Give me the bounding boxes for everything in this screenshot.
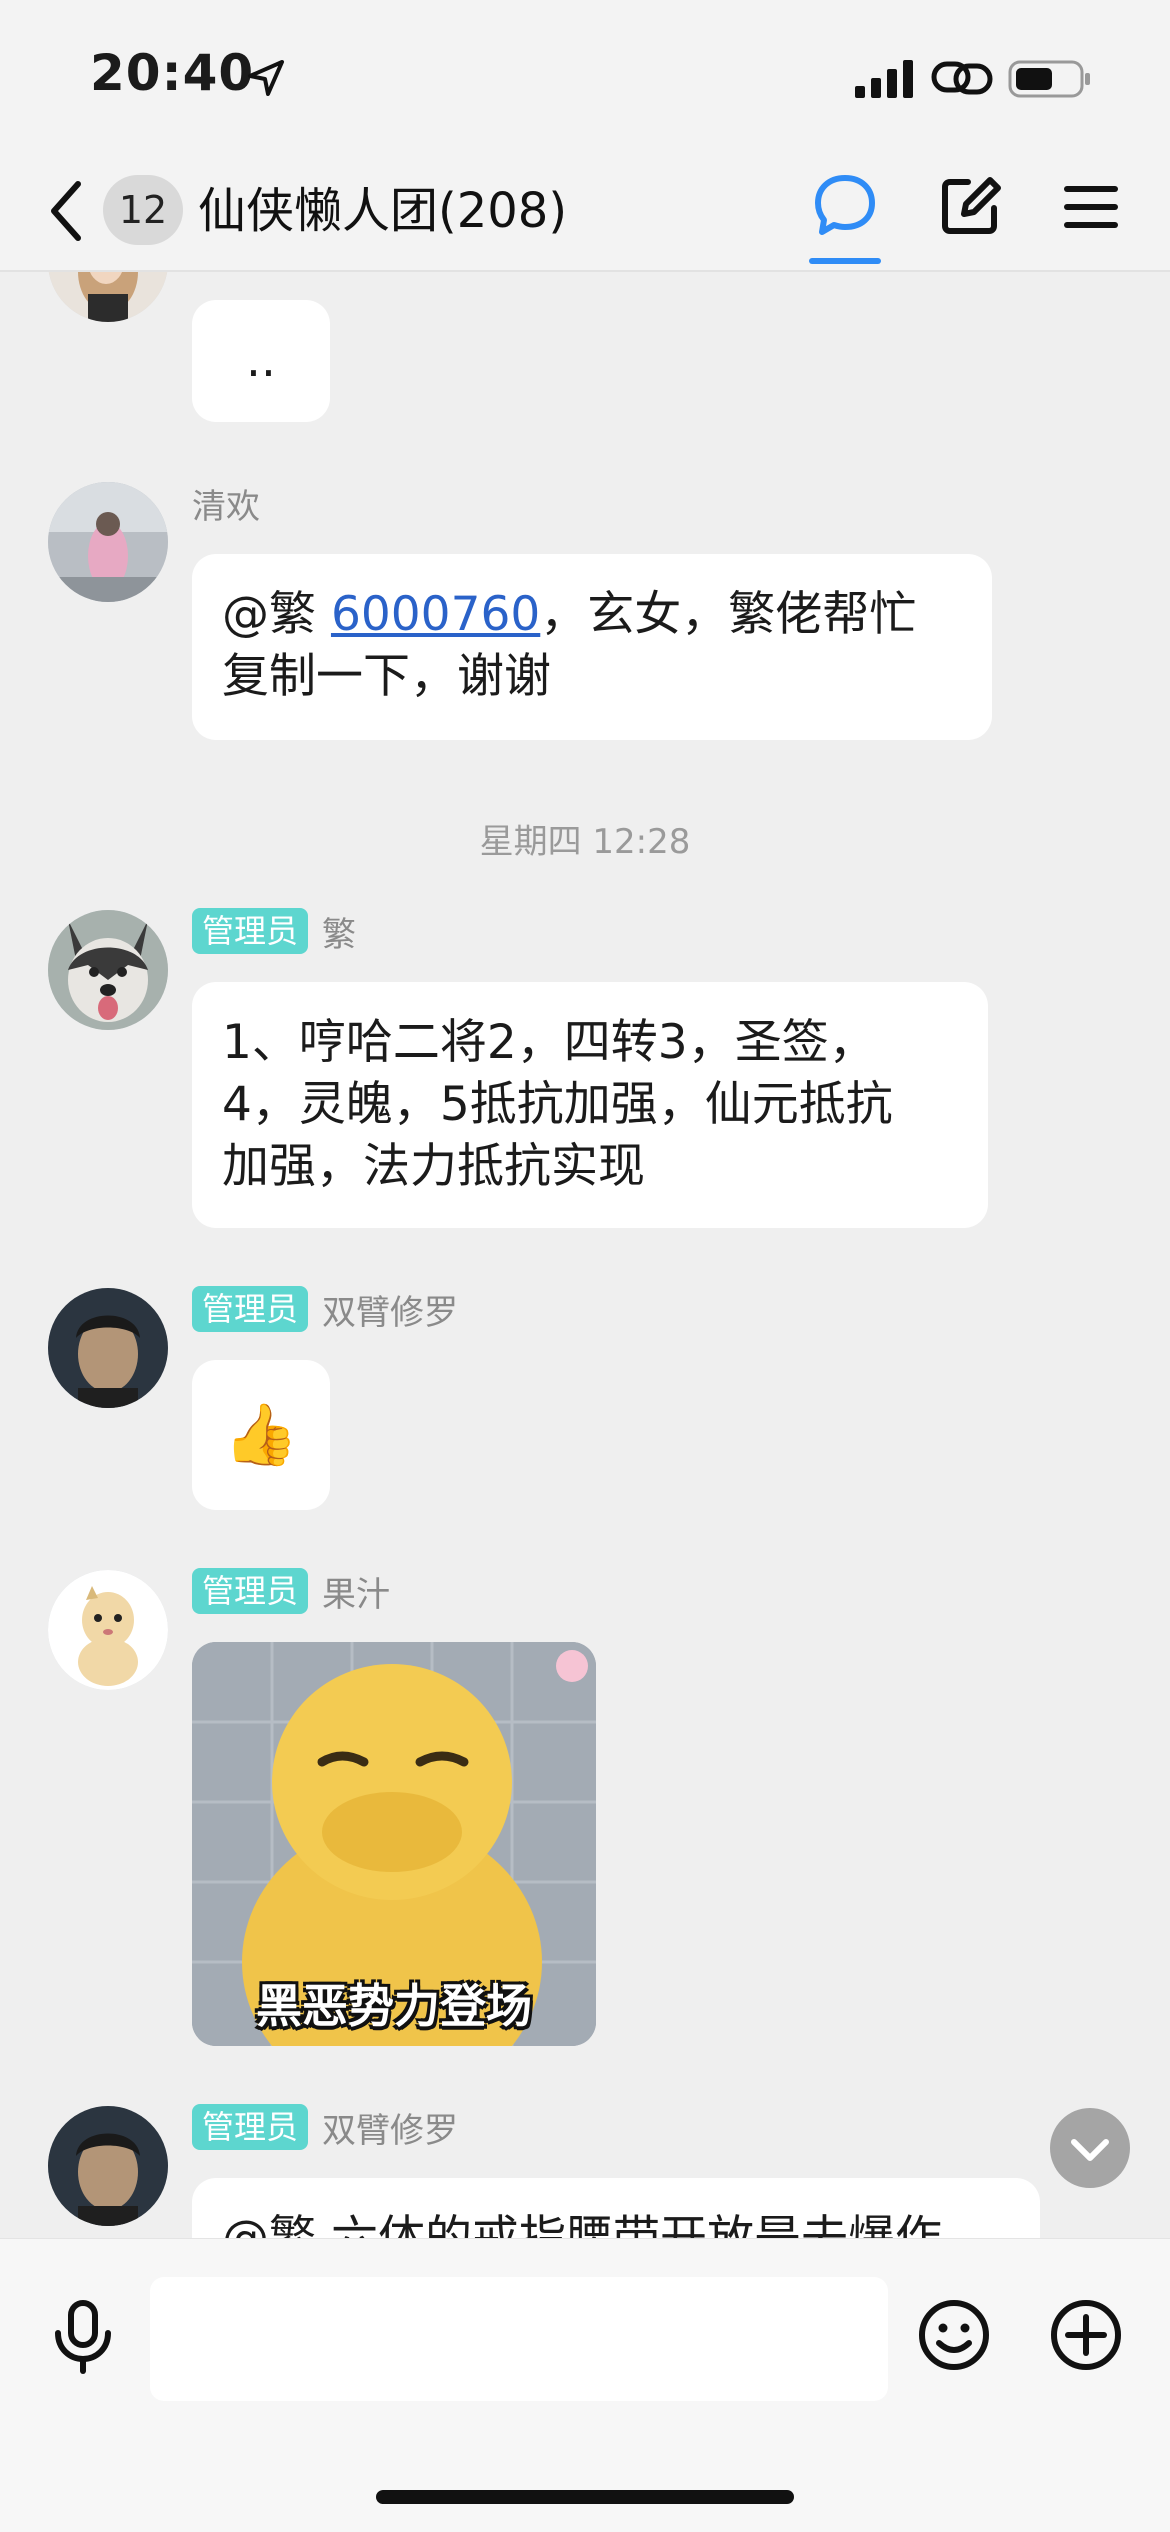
message-line: @繁 6000760，玄女，繁佬帮忙 [222,584,962,646]
sender-line: 管理员 双臂修罗 [192,1285,458,1334]
avatar[interactable] [48,1288,168,1408]
location-arrow-icon [248,60,284,96]
microphone-icon[interactable] [50,2299,116,2375]
sender-name[interactable]: 繁 [322,907,356,956]
admin-tag: 管理员 [192,1286,309,1332]
message-bubble[interactable]: 👍 [192,1360,330,1510]
chevron-down-icon [1071,2139,1109,2161]
sender-name[interactable]: 清欢 [192,479,260,528]
avatar-cartoon-image [48,1570,168,1690]
message-input[interactable] [150,2277,888,2401]
admin-tag: 管理员 [192,2104,309,2150]
input-bar [0,2238,1170,2532]
message-line: 4，灵魄，5抵抗加强，仙元抵抗 [222,1077,893,1132]
emoji-icon[interactable] [918,2299,990,2371]
chat-header: 12 仙侠懒人团(208) [0,150,1170,272]
avatar[interactable] [48,272,168,322]
active-tab-indicator [809,258,881,264]
chat-bubble-icon[interactable] [812,172,878,238]
message-text: .. [246,333,276,388]
message-list[interactable]: .. 清欢 @繁 6000760，玄女，繁佬帮忙 复制一下，谢谢 星期四 12:… [0,272,1170,2238]
number-link[interactable]: 6000760 [331,587,540,642]
message-bubble[interactable]: .. [192,300,330,422]
sender-name[interactable]: 双臂修罗 [322,1285,458,1334]
message-text: @繁 六体的戒指腰带开放是去爆作 [222,2211,942,2238]
edit-icon[interactable] [938,174,1002,238]
status-bar: 20:40 [0,0,1170,150]
plus-icon[interactable] [1050,2299,1122,2371]
battery-icon [1008,60,1090,98]
message-bubble[interactable]: @繁 六体的戒指腰带开放是去爆作 [192,2178,1040,2238]
time-divider: 星期四 12:28 [479,822,691,862]
avatar-man-image [48,2106,168,2226]
avatar-husky-image [48,910,168,1030]
sender-name[interactable]: 果汁 [322,1567,390,1616]
chevron-left-icon[interactable] [44,176,88,246]
message-bubble[interactable]: @繁 6000760，玄女，繁佬帮忙 复制一下，谢谢 [192,554,992,740]
sender-line: 管理员 果汁 [192,1567,390,1616]
sender-line: 管理员 繁 [192,907,356,956]
status-time: 20:40 [90,44,255,102]
group-title[interactable]: 仙侠懒人团(208) [198,176,567,246]
message-text: ，玄女，繁佬帮忙 [540,587,917,642]
avatar[interactable] [48,910,168,1030]
cellular-signal-icon [855,60,913,98]
sticker-image[interactable]: 黑恶势力登场 [192,1642,596,2046]
message-line: 1、哼哈二将2，四转3，圣签， [222,1015,876,1070]
message-bubble[interactable]: 1、哼哈二将2，四转3，圣签， 4，灵魄，5抵抗加强，仙元抵抗 加强，法力抵抗实… [192,982,988,1228]
sender-line: 管理员 双臂修罗 [192,2103,458,2152]
avatar[interactable] [48,1570,168,1690]
avatar-photo-image [48,482,168,602]
avatar[interactable] [48,482,168,602]
admin-tag: 管理员 [192,908,309,954]
sender-line: 清欢 [192,479,260,528]
menu-icon[interactable] [1062,178,1120,236]
avatar-girl-image [48,272,168,322]
mention-text[interactable]: @繁 [222,587,331,642]
scroll-to-bottom-button[interactable] [1050,2108,1130,2188]
thumbs-up-emoji: 👍 [223,1400,299,1470]
admin-tag: 管理员 [192,1568,309,1614]
home-indicator[interactable] [376,2490,794,2504]
unread-count-badge[interactable]: 12 [103,175,183,245]
avatar[interactable] [48,2106,168,2226]
message-line: 复制一下，谢谢 [222,649,551,704]
sticker-caption: 黑恶势力登场 [256,1979,532,2033]
link-icon [931,61,993,95]
message-line: 加强，法力抵抗实现 [222,1139,645,1194]
sender-name[interactable]: 双臂修罗 [322,2103,458,2152]
avatar-man-image [48,1288,168,1408]
